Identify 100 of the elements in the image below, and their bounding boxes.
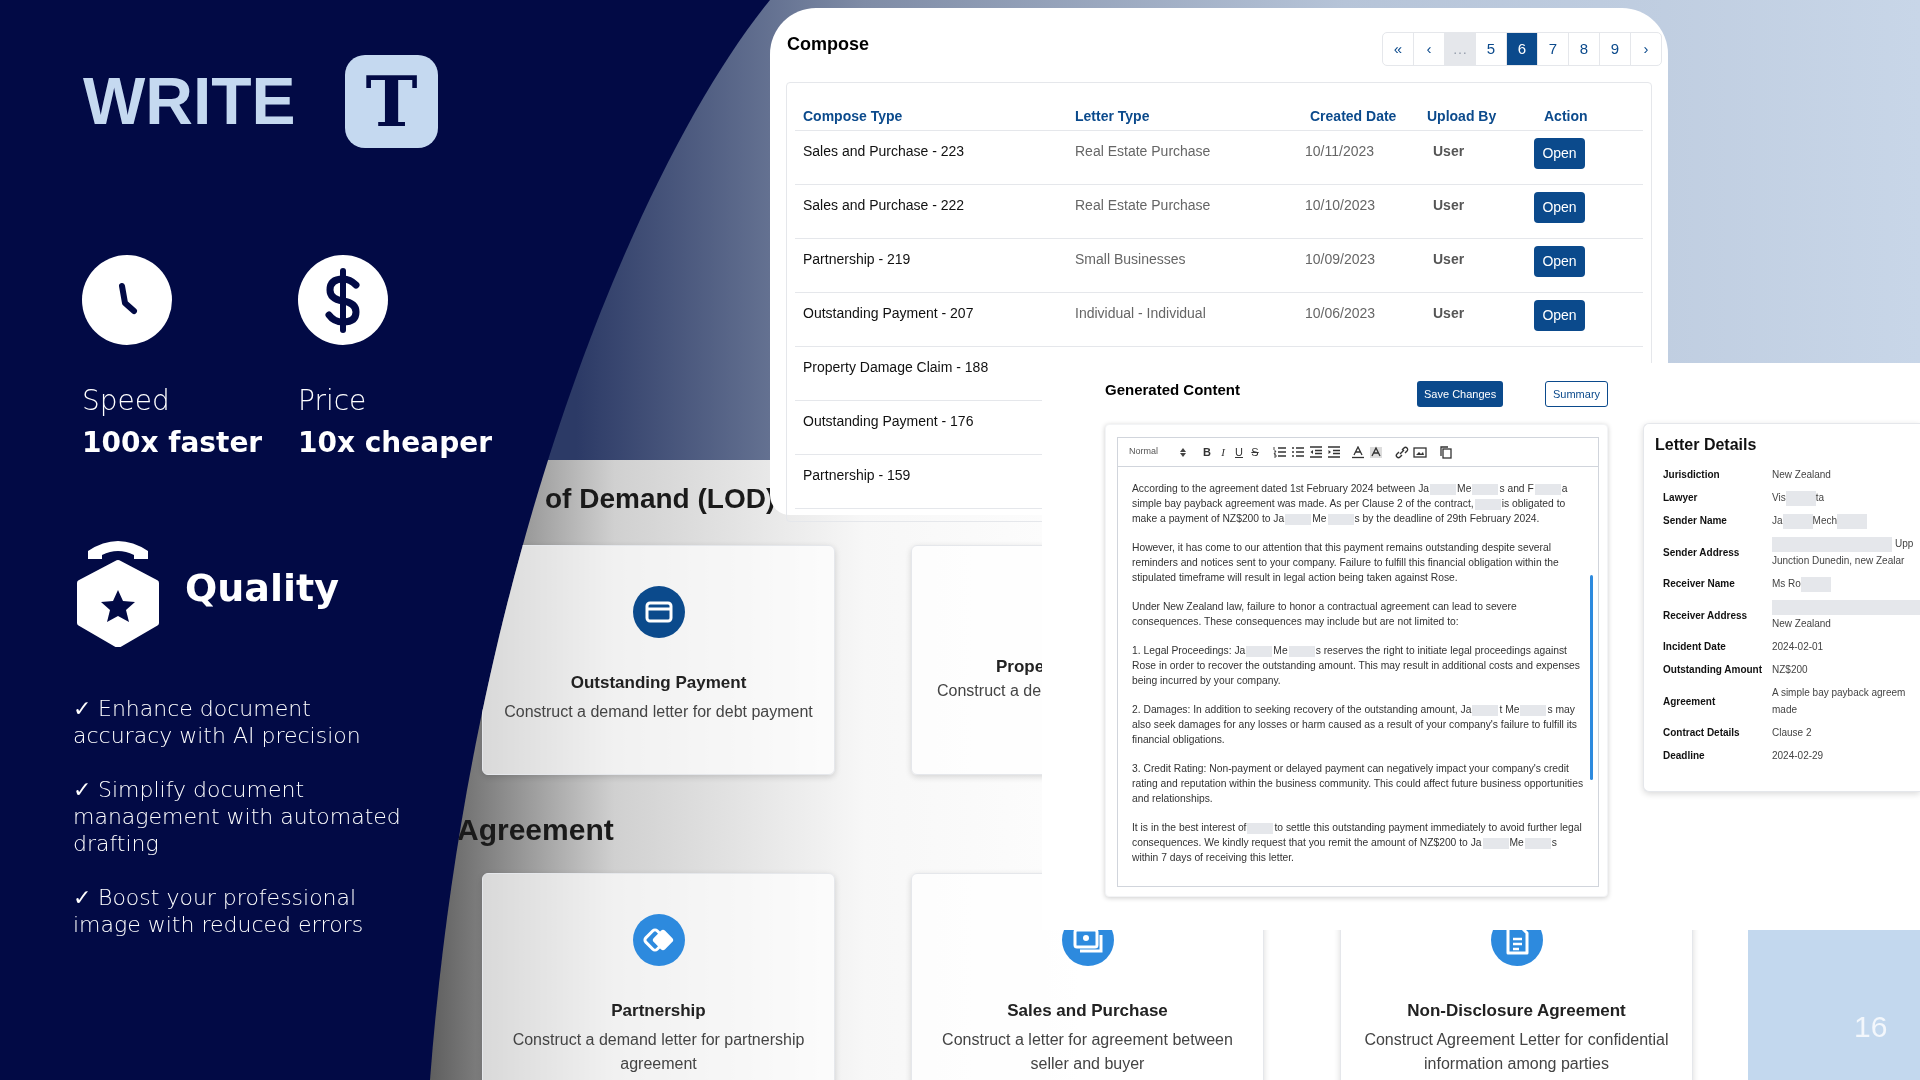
table-cell-text: 10/06/2023	[1305, 304, 1377, 320]
field-label: Receiver Name	[1663, 577, 1736, 591]
panel-title: Generated Content	[1105, 382, 1240, 397]
page-link[interactable]: 5	[1475, 32, 1507, 66]
page-link[interactable]: 9	[1599, 32, 1631, 66]
benefit-text: ✓ Boost your professional image with reduced errors	[73, 884, 365, 938]
open-button[interactable]: Open	[1534, 246, 1585, 277]
panel-title: Letter Details	[1655, 437, 1757, 453]
card-title: Prope	[996, 658, 1045, 675]
page-ellipsis: …	[1444, 32, 1476, 66]
field-label: Outstanding Amount	[1663, 663, 1764, 677]
field-label: Contract Details	[1663, 726, 1741, 740]
feature-label: Speed	[82, 387, 170, 415]
save-button[interactable]: Save Changes	[1417, 381, 1504, 407]
page-nav-button[interactable]: ›	[1630, 32, 1662, 66]
italic-button[interactable]: I	[1215, 443, 1231, 461]
ordered-list-icon[interactable]	[1273, 445, 1287, 459]
strike-button[interactable]: S	[1247, 443, 1263, 461]
image-icon[interactable]	[1413, 445, 1427, 459]
sort-arrows-icon	[1180, 447, 1186, 457]
field-value: Vis ta	[1772, 489, 1920, 506]
table-cell-text: User	[1432, 142, 1466, 158]
field-value: A simple bay payback agreem	[1772, 686, 1907, 700]
underline-button[interactable]: U	[1231, 443, 1247, 461]
field-label: Receiver Address	[1663, 608, 1749, 623]
bullet-list-icon[interactable]	[1291, 445, 1305, 459]
page-link[interactable]: 7	[1537, 32, 1569, 66]
table-cell-text: 10/09/2023	[1305, 250, 1377, 266]
table-cell-text: Outstanding Payment - 207	[802, 304, 975, 320]
table-cell-text: User	[1432, 250, 1466, 266]
field-label: Agreement	[1663, 694, 1717, 709]
feature-value: 100x faster	[82, 429, 263, 457]
letter-paragraph: 1. Legal Proceedings: Ja Me s reserves the right to initiate legal proceedings against Rose in order to recover the outstanding amount. This may result in additional costs and expenses being incurred by your company.	[1132, 644, 1581, 688]
letter-paragraph: 3. Credit Rating: Non-payment or delayed payment can negatively impact your company's credit rating and reputation within the business community. This could affect future business opportunities and relationships.	[1132, 762, 1584, 806]
bold-button[interactable]: B	[1199, 443, 1215, 461]
card-description: Construct Agreement Letter for confidential information among parties	[1363, 1030, 1670, 1074]
card-title: Sales and Purchase	[1007, 1002, 1168, 1019]
link-icon[interactable]	[1395, 445, 1409, 459]
field-label: Jurisdiction	[1663, 468, 1721, 482]
brand-title: WRITE	[83, 68, 296, 134]
table-cell-text: Individual - Individual	[1074, 304, 1207, 320]
column-header: Letter Type	[1074, 109, 1151, 123]
feature-label: Price	[298, 387, 367, 415]
open-button[interactable]: Open	[1534, 300, 1585, 331]
field-label: Sender Name	[1663, 514, 1728, 528]
logo: T	[345, 55, 438, 148]
field-value: 2024-02-29	[1772, 749, 1825, 763]
page-link[interactable]: 6	[1506, 32, 1538, 66]
feature-value: 10x cheaper	[298, 429, 493, 457]
field-value: New Zealand	[1772, 617, 1832, 631]
table-cell-text: Sales and Purchase - 223	[802, 142, 966, 158]
table-cell-text: Small Businesses	[1074, 250, 1187, 266]
credit-card-icon	[632, 586, 685, 638]
letter-paragraph: However, it has come to our attention that this payment remains outstanding despite several reminders and notices sent to your company. Failure to fulfill this financial obligation within the stipulated timeframe will result in legal action being taken against Rose.	[1132, 541, 1560, 585]
card-title: Non-Disclosure Agreement	[1407, 1002, 1626, 1019]
page-nav-button[interactable]: ‹	[1413, 32, 1445, 66]
letter-paragraph: It is in the best interest of to settle this outstanding payment immediately to avoid further legal consequences. We kindly request that you remit the amount of NZ$200 to Ja Me s within 7 days of receiving this letter.	[1132, 821, 1583, 865]
table-cell-text: 10/10/2023	[1305, 196, 1377, 212]
quality-title: Quality	[185, 569, 339, 607]
text-color-icon[interactable]	[1351, 445, 1365, 459]
highlight-icon[interactable]	[1369, 445, 1383, 459]
table-cell-text: 10/11/2023	[1305, 142, 1376, 158]
column-header: Compose Type	[802, 109, 904, 123]
summary-button[interactable]: Summary	[1545, 381, 1609, 407]
field-value: Junction Dunedin, new Zealar	[1772, 554, 1906, 568]
benefit-text: ✓ Simplify document management with automated drafting	[73, 776, 402, 857]
table-cell-text: Real Estate Purchase	[1074, 142, 1212, 158]
dollar-icon	[298, 255, 388, 345]
open-button[interactable]: Open	[1534, 138, 1585, 169]
field-label: Deadline	[1663, 749, 1706, 763]
format-select[interactable]: Normal	[1129, 445, 1158, 459]
scroll-thumb[interactable]	[1590, 575, 1593, 780]
indent-icon[interactable]	[1327, 445, 1341, 459]
field-label: Incident Date	[1663, 640, 1727, 654]
table-cell-text: Property Damage Claim - 188	[802, 358, 990, 374]
field-value: Ja Mech	[1772, 512, 1920, 529]
card-title: Partnership	[611, 1002, 706, 1019]
copy-icon[interactable]	[1439, 445, 1453, 459]
table-cell-text: User	[1432, 304, 1466, 320]
field-value: made	[1772, 703, 1798, 717]
field-value: Clause 2	[1772, 726, 1813, 740]
page-nav-button[interactable]: «	[1382, 32, 1414, 66]
open-button[interactable]: Open	[1534, 192, 1585, 223]
table-cell-text: Partnership - 159	[802, 466, 912, 482]
field-label: Lawyer	[1663, 491, 1699, 505]
field-value: 2024-02-01	[1772, 640, 1825, 654]
panel-title: Compose	[787, 33, 869, 53]
column-header: Action	[1543, 109, 1589, 123]
field-value: New Zealand	[1772, 468, 1832, 482]
field-value: NZ$200	[1772, 663, 1809, 677]
column-header: Created Date	[1309, 109, 1398, 123]
table-cell-text: Sales and Purchase - 222	[802, 196, 966, 212]
column-header: Upload By	[1426, 109, 1498, 123]
table-cell-text: Real Estate Purchase	[1074, 196, 1212, 212]
table-cell-text: Outstanding Payment - 176	[802, 412, 975, 428]
benefit-text: ✓ Enhance document accuracy with AI precision	[73, 695, 362, 749]
outdent-icon[interactable]	[1309, 445, 1323, 459]
page-link[interactable]: 8	[1568, 32, 1600, 66]
card-description: Construct a demand letter for partnership agreement	[511, 1030, 806, 1074]
field-label: Sender Address	[1663, 545, 1741, 560]
